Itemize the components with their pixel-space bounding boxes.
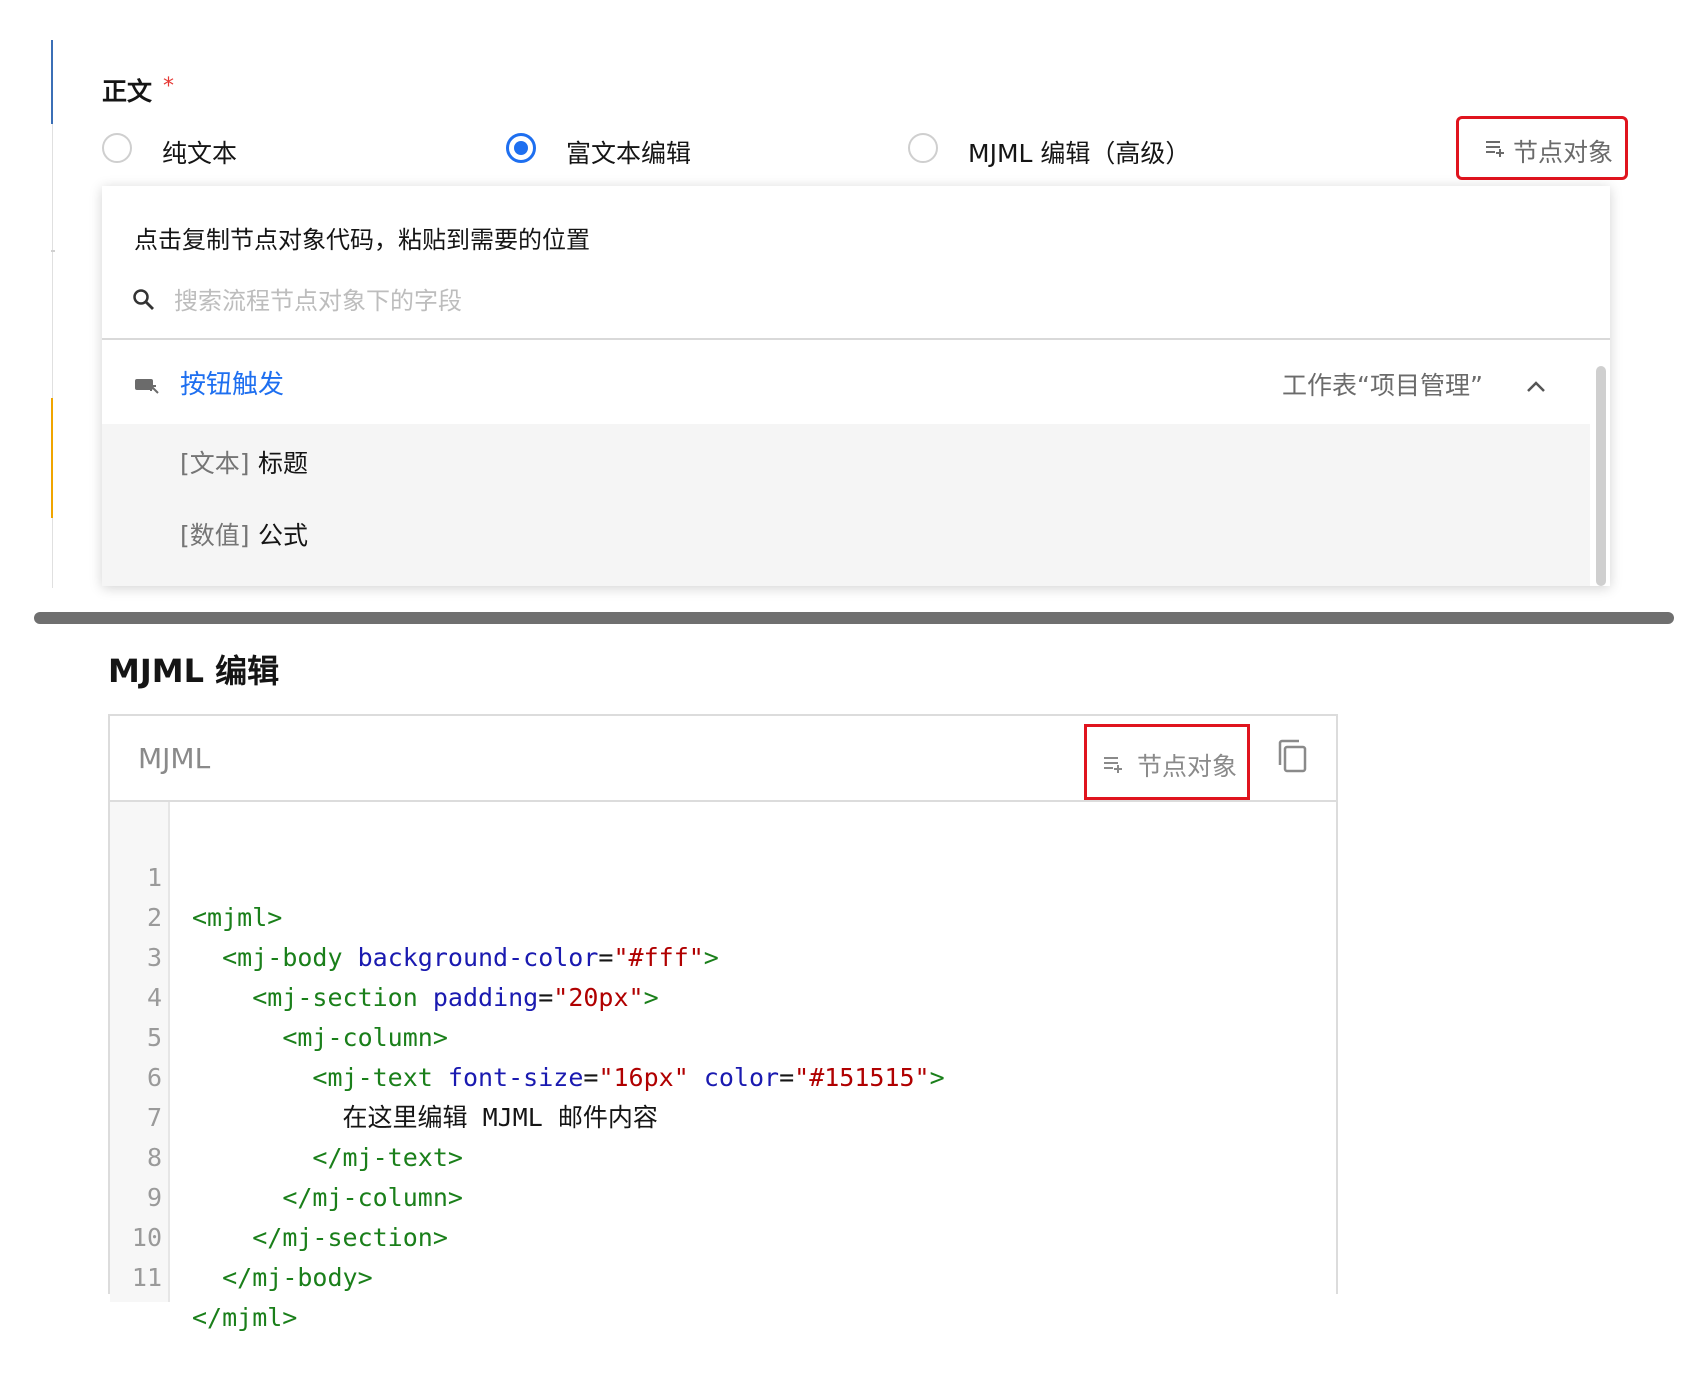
node-group-title: 按钮触发	[180, 370, 285, 400]
field-search-input[interactable]	[172, 280, 1076, 322]
field-name: 标题	[258, 449, 309, 478]
code-token: </mj-body>	[222, 1263, 373, 1292]
left-rail-marker-yellow	[51, 398, 53, 518]
code-area[interactable]: 1 <mjml> 2 <mj-body background-color="#f…	[110, 818, 1336, 1332]
code-line: 6 在这里编辑 MJML 邮件内容	[110, 1018, 1336, 1132]
code-line: 10 </mj-body>	[110, 1178, 1336, 1292]
mjml-section-heading: MJML 编辑	[108, 652, 280, 690]
code-line: 2 <mj-body background-color="#fff">	[110, 858, 1336, 972]
radio-label-mjml[interactable]: MJML 编辑（高级）	[968, 134, 1190, 170]
code-line: 11 </mjml>	[110, 1218, 1336, 1332]
code-line: 5 <mj-text font-size="16px" color="#1515…	[110, 978, 1336, 1092]
panel-hint: 点击复制节点对象代码，粘贴到需要的位置	[134, 226, 590, 254]
code-line: 4 <mj-column>	[110, 938, 1336, 1052]
panel-scrollbar[interactable]	[1596, 366, 1606, 586]
radio-rich-text[interactable]	[506, 133, 536, 163]
editor-node-object-button[interactable]: 节点对象	[1084, 724, 1250, 800]
radio-mjml[interactable]	[908, 133, 938, 163]
code-line: 1 <mjml>	[110, 818, 1336, 932]
field-type: [数值]	[180, 521, 250, 550]
line-number: 11	[131, 1263, 162, 1292]
code-line: 7 </mj-text>	[110, 1058, 1336, 1172]
left-rail-marker-blue	[51, 40, 53, 124]
field-item-formula[interactable]: [数值] 公式	[102, 496, 1590, 586]
section-separator	[34, 612, 1674, 624]
left-rail-tick	[51, 250, 55, 252]
code-line: 9 </mj-section>	[110, 1138, 1336, 1252]
field-item-title[interactable]: [文本] 标题	[102, 424, 1590, 496]
code-line: 8 </mj-column>	[110, 1098, 1336, 1212]
mjml-code-editor: MJML 节点对象 1 <mjml> 2 <mj-body background…	[108, 714, 1338, 1332]
radio-label-plain-text[interactable]: 纯文本	[162, 134, 237, 170]
insert-list-icon	[1485, 139, 1507, 163]
insert-list-icon	[1103, 755, 1125, 779]
chevron-up-icon[interactable]	[1526, 378, 1546, 397]
required-mark: *	[163, 74, 174, 99]
body-field-label: 正文	[102, 77, 153, 106]
button-trigger-icon	[134, 376, 160, 400]
editor-header: MJML 节点对象	[110, 716, 1336, 802]
search-icon	[132, 288, 156, 316]
editor-node-object-label: 节点对象	[1137, 752, 1238, 781]
node-group-button-trigger[interactable]: 按钮触发 工作表“项目管理”	[102, 342, 1590, 424]
radio-plain-text[interactable]	[102, 133, 132, 163]
editor-title: MJML	[138, 742, 211, 775]
node-object-button[interactable]: 节点对象	[1456, 116, 1628, 180]
field-name: 公式	[258, 521, 309, 550]
panel-divider	[102, 338, 1610, 340]
copy-icon[interactable]	[1276, 738, 1310, 780]
code-line: 3 <mj-section padding="20px">	[110, 898, 1336, 1012]
node-object-panel: 点击复制节点对象代码，粘贴到需要的位置 按钮触发 工作表“项目管理” [文本] …	[102, 186, 1610, 586]
node-group-sheet: 工作表“项目管理”	[1282, 371, 1483, 400]
node-object-button-label: 节点对象	[1513, 138, 1614, 167]
code-token: </mjml>	[192, 1303, 298, 1332]
radio-label-rich-text[interactable]: 富文本编辑	[566, 134, 691, 170]
field-type: [文本]	[180, 449, 250, 478]
